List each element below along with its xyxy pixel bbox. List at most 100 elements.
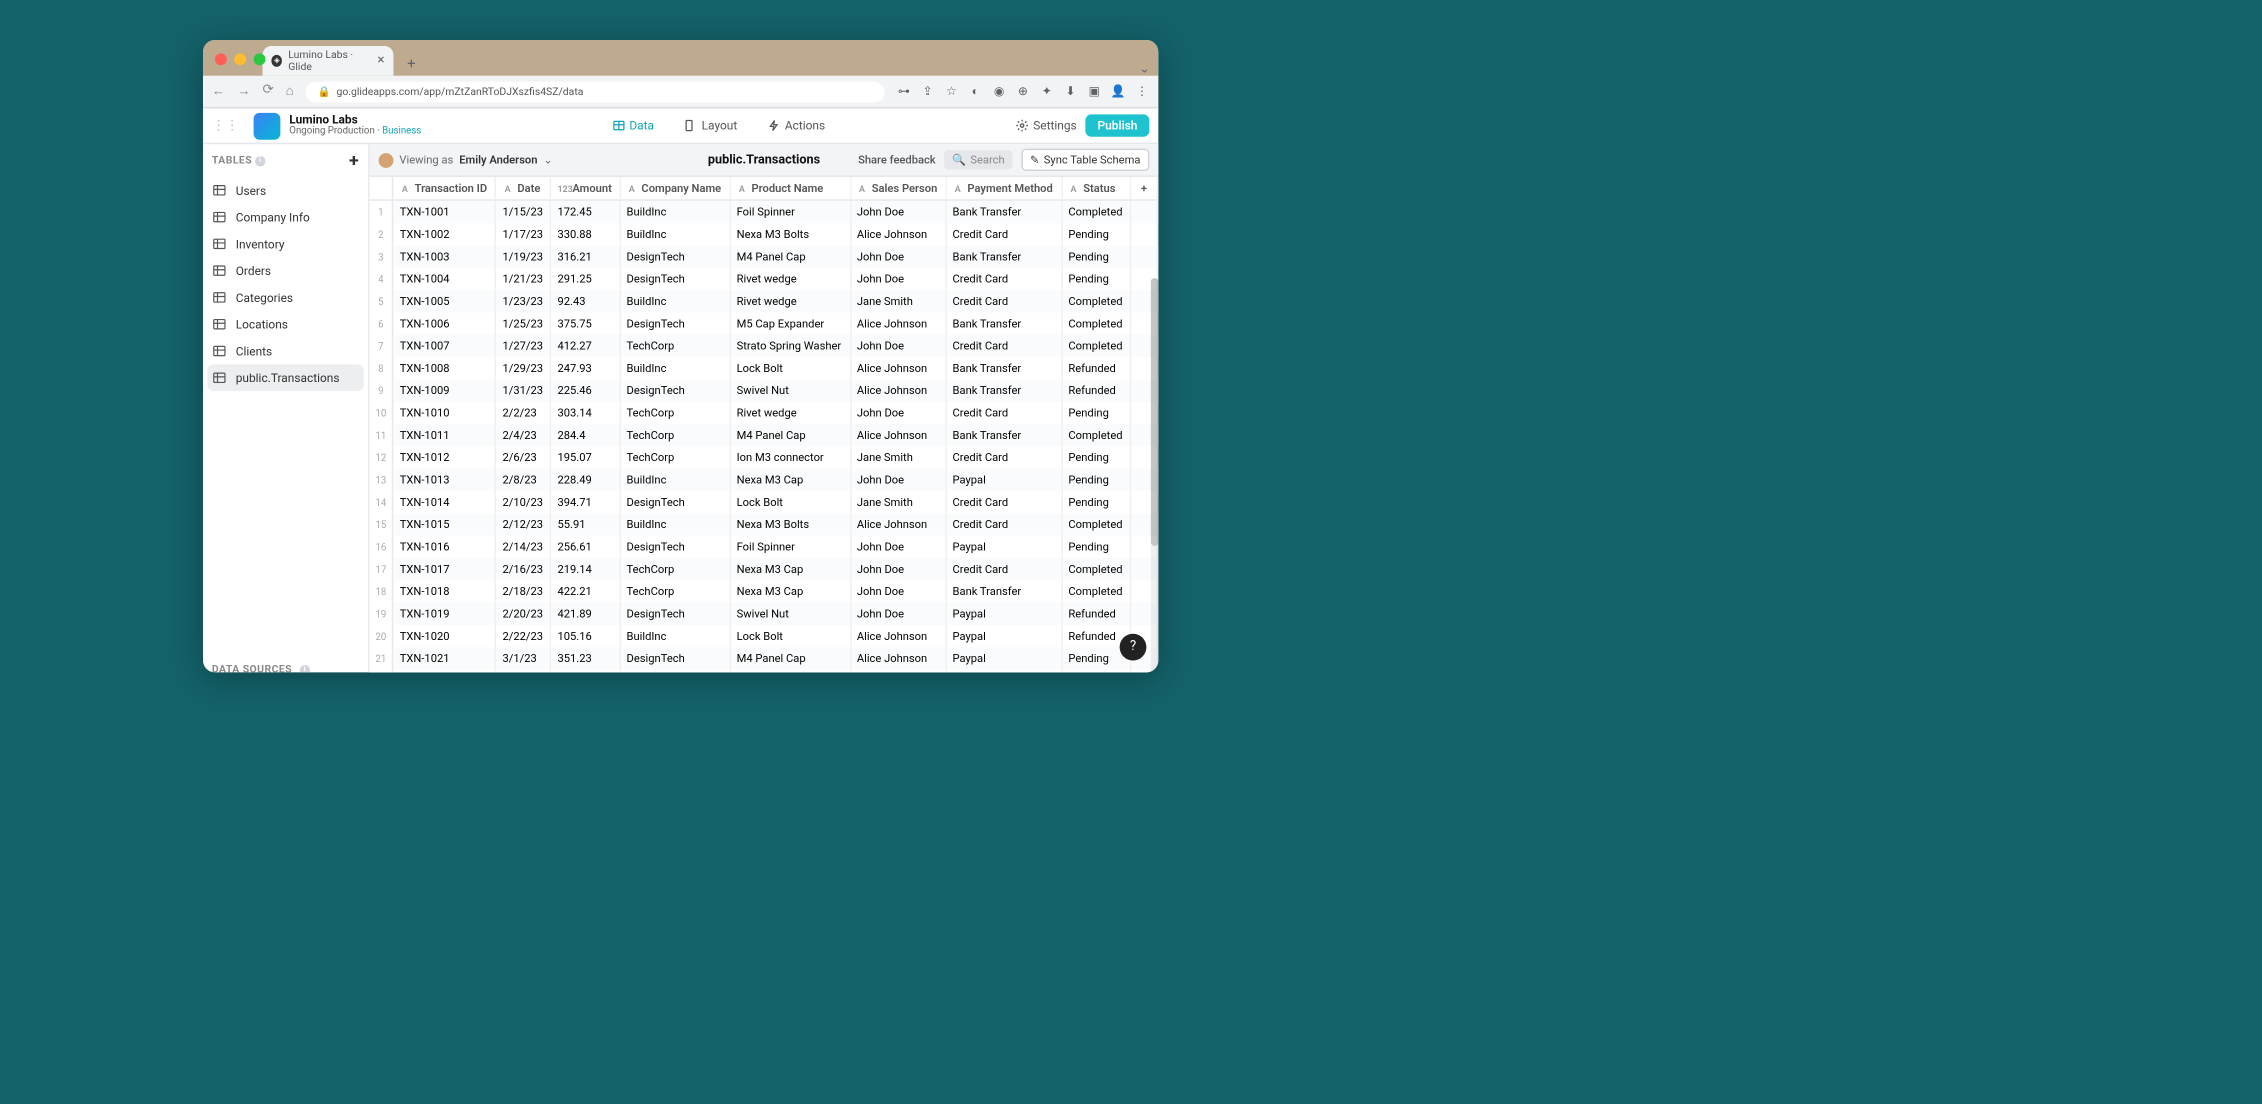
sidebar-table-item[interactable]: Locations	[203, 311, 368, 338]
cell[interactable]: John Doe	[851, 335, 947, 357]
cell[interactable]: Bank Transfer	[947, 201, 1063, 223]
cell[interactable]: Paypal	[947, 647, 1063, 669]
cell[interactable]: Lock Bolt	[731, 491, 851, 513]
cell[interactable]: 3/1/23	[497, 647, 552, 669]
info-icon[interactable]: i	[299, 664, 309, 672]
sidebar-table-item[interactable]: Company Info	[203, 204, 368, 231]
back-button[interactable]: ←	[212, 83, 225, 99]
cell[interactable]: 1/15/23	[497, 201, 552, 223]
cell[interactable]: 2/10/23	[497, 491, 552, 513]
table-row[interactable]: 20TXN-10202/22/23105.16BuildIncLock Bolt…	[370, 625, 1159, 647]
cell[interactable]: 2/22/23	[497, 625, 552, 647]
sidebar-table-item[interactable]: Users	[203, 177, 368, 204]
table-row[interactable]: 3TXN-10031/19/23316.21DesignTechM4 Panel…	[370, 245, 1159, 267]
settings-button[interactable]: Settings	[1015, 119, 1076, 132]
cell[interactable]: TechCorp	[621, 424, 731, 446]
cell[interactable]: Foil Spinner	[731, 201, 851, 223]
cell[interactable]: TechCorp	[621, 446, 731, 468]
cell[interactable]: Bank Transfer	[947, 312, 1063, 334]
app-title-block[interactable]: Lumino Labs Ongoing Production · Busines…	[254, 112, 422, 139]
column-header[interactable]: ASales Person	[851, 177, 947, 201]
cell[interactable]: Credit Card	[947, 290, 1063, 312]
cell[interactable]: TXN-1006	[394, 312, 497, 334]
chevron-down-icon[interactable]: ⌄	[1139, 62, 1158, 75]
table-row[interactable]: 17TXN-10172/16/23219.14TechCorpNexa M3 C…	[370, 558, 1159, 580]
cell[interactable]: 2/14/23	[497, 536, 552, 558]
cell[interactable]: 1/27/23	[497, 335, 552, 357]
cell[interactable]: Completed	[1063, 201, 1132, 223]
cell[interactable]: 225.46	[552, 379, 621, 401]
cell[interactable]: TXN-1004	[394, 268, 497, 290]
data-grid-wrap[interactable]: ATransaction IDADate123AmountACompany Na…	[370, 177, 1159, 673]
cell[interactable]: 2/20/23	[497, 602, 552, 624]
home-button[interactable]: ⌂	[286, 83, 294, 99]
cell[interactable]: Rivet wedge	[731, 290, 851, 312]
cell[interactable]: DesignTech	[621, 647, 731, 669]
cell[interactable]: 422.21	[552, 580, 621, 602]
cell[interactable]: 3/3/23	[497, 669, 552, 672]
cell[interactable]: Alice Johnson	[851, 223, 947, 245]
cell[interactable]: 247.93	[552, 357, 621, 379]
cell[interactable]: Rivet wedge	[731, 402, 851, 424]
cell[interactable]: TechCorp	[621, 580, 731, 602]
cell[interactable]: Nexa M3 Cap	[731, 558, 851, 580]
cell[interactable]: TXN-1013	[394, 469, 497, 491]
cell[interactable]: 2/8/23	[497, 469, 552, 491]
cell[interactable]: 256.61	[552, 536, 621, 558]
new-tab-button[interactable]: +	[399, 52, 423, 76]
cell[interactable]: Nexa M3 Bolts	[731, 223, 851, 245]
cell[interactable]: M4 Panel Cap	[731, 424, 851, 446]
cell[interactable]: Completed	[1063, 580, 1132, 602]
cell[interactable]: 375.75	[552, 312, 621, 334]
cell[interactable]: Nexa M3 Cap	[731, 469, 851, 491]
menu-icon[interactable]: ⋮	[1134, 84, 1149, 99]
cell[interactable]: Credit Card	[947, 558, 1063, 580]
cell[interactable]: Credit Card	[947, 335, 1063, 357]
cell[interactable]: 351.23	[552, 647, 621, 669]
cell[interactable]: Bank Transfer	[947, 580, 1063, 602]
cell[interactable]: BuildInc	[621, 201, 731, 223]
cell[interactable]: TXN-1002	[394, 223, 497, 245]
cell[interactable]: 105.16	[552, 625, 621, 647]
share-feedback-link[interactable]: Share feedback	[858, 153, 936, 166]
cell[interactable]: Swivel Nut	[731, 602, 851, 624]
table-row[interactable]: 19TXN-10192/20/23421.89DesignTechSwivel …	[370, 602, 1159, 624]
minimize-window-button[interactable]	[234, 53, 246, 65]
cell[interactable]: 330.88	[552, 223, 621, 245]
table-row[interactable]: 14TXN-10142/10/23394.71DesignTechLock Bo…	[370, 491, 1159, 513]
cell[interactable]: TXN-1020	[394, 625, 497, 647]
cell[interactable]: BuildInc	[621, 469, 731, 491]
add-column-button[interactable]: +	[1132, 177, 1159, 201]
cell[interactable]: Bank Transfer	[947, 245, 1063, 267]
sidebar-table-item[interactable]: Clients	[203, 338, 368, 365]
cell[interactable]: Rivet wedge	[731, 268, 851, 290]
viewing-as-selector[interactable]: Viewing as Emily Anderson ⌄	[379, 152, 553, 167]
drag-handle-icon[interactable]: ⋮⋮	[212, 118, 239, 133]
cell[interactable]: TXN-1021	[394, 647, 497, 669]
cell[interactable]: Nexa M3 Cap	[731, 580, 851, 602]
cell[interactable]: 316.21	[552, 245, 621, 267]
table-row[interactable]: 18TXN-10182/18/23422.21TechCorpNexa M3 C…	[370, 580, 1159, 602]
scrollbar-thumb[interactable]	[1151, 278, 1158, 546]
table-row[interactable]: 5TXN-10051/23/2392.43BuildIncRivet wedge…	[370, 290, 1159, 312]
add-table-button[interactable]: +	[349, 150, 359, 171]
cell[interactable]: BuildInc	[621, 625, 731, 647]
cell[interactable]: 2/18/23	[497, 580, 552, 602]
cell[interactable]: 421.89	[552, 602, 621, 624]
cell[interactable]: Swivel Nut	[731, 379, 851, 401]
cell[interactable]: Pending	[1063, 491, 1132, 513]
cell[interactable]: DesignTech	[621, 245, 731, 267]
cell[interactable]: TXN-1008	[394, 357, 497, 379]
table-row[interactable]: 16TXN-10162/14/23256.61DesignTechFoil Sp…	[370, 536, 1159, 558]
cell[interactable]: John Doe	[851, 602, 947, 624]
cell[interactable]: TXN-1012	[394, 446, 497, 468]
cell[interactable]: Pending	[1063, 245, 1132, 267]
cell[interactable]: Strato Spring Washer	[731, 335, 851, 357]
ext3-icon[interactable]: ⊕	[1015, 84, 1030, 99]
browser-tab[interactable]: ◈ Lumino Labs · Glide ×	[263, 46, 394, 76]
cell[interactable]: Credit Card	[947, 669, 1063, 672]
cell[interactable]: 291.25	[552, 268, 621, 290]
cell[interactable]: Pending	[1063, 446, 1132, 468]
cell[interactable]: John Doe	[851, 402, 947, 424]
cell[interactable]: DesignTech	[621, 268, 731, 290]
